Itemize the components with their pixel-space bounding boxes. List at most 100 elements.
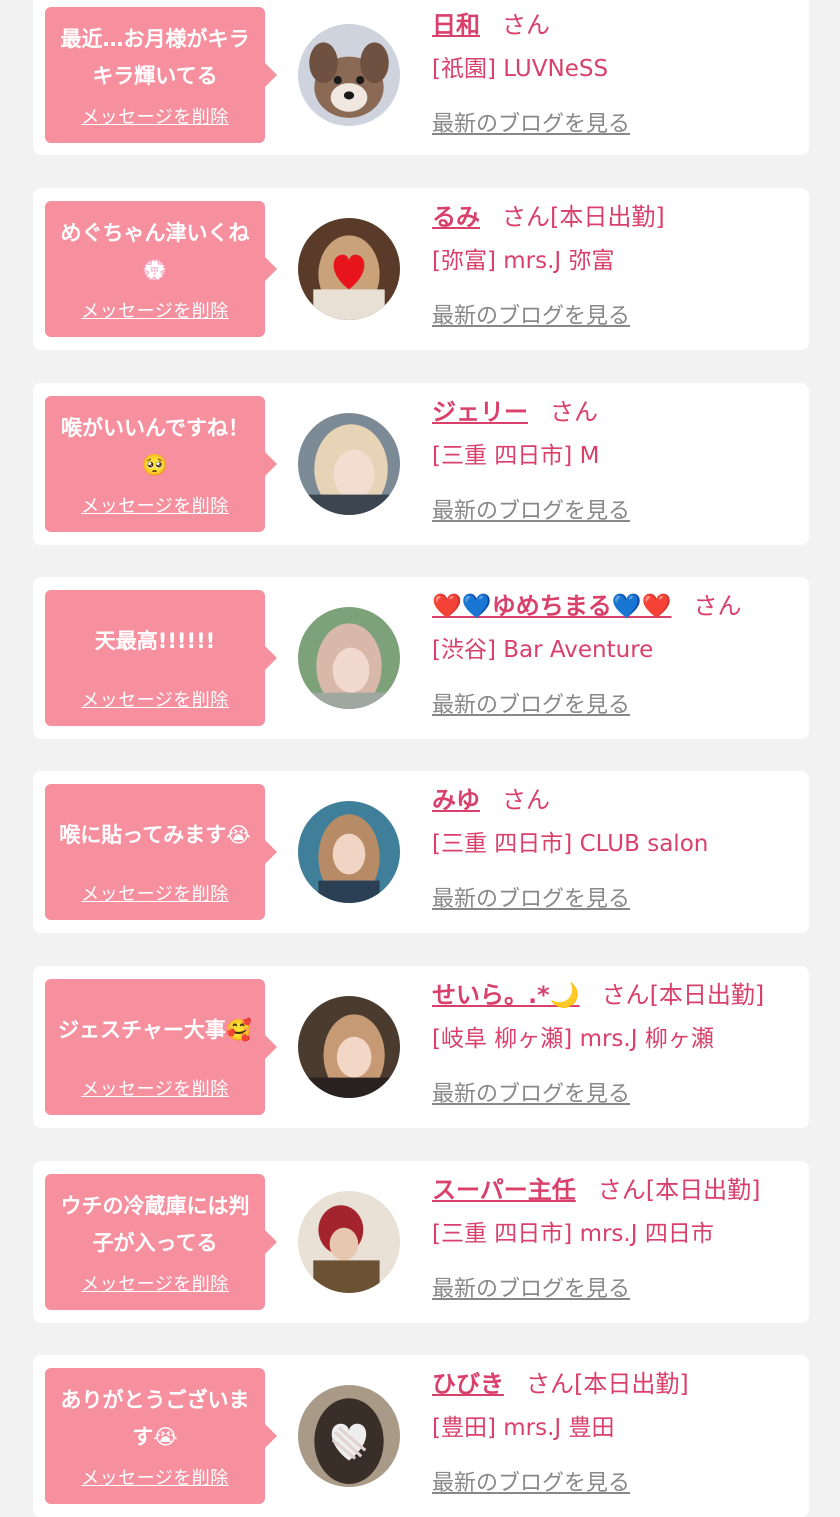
sender-name-link[interactable]: ジェリー [432,398,528,426]
message-card: めぐちゃん津いくね💮 メッセージを削除 るみ さん[本日出勤] [弥富] mrs.… [33,188,809,350]
sender-info: せいら。.*🌙 さん[本日出勤] [岐阜 柳ヶ瀬] mrs.J 柳ヶ瀬 最新のブロ… [432,978,799,1108]
message-bubble: ジェスチャー大事🥰 メッセージを削除 [45,979,277,1115]
sender-info: ひびき さん[本日出勤] [豊田] mrs.J 豊田 最新のブログを見る [432,1367,799,1497]
latest-blog-link[interactable]: 最新のブログを見る [432,1465,630,1497]
honorific: さん [502,786,550,814]
message-card: 天最高!!!!!! メッセージを削除 ❤️💙ゆめちまる💙❤️ さん [渋谷] Ba… [33,577,809,739]
honorific: さん [526,1370,574,1398]
avatar-image [298,218,400,320]
name-line: スーパー主任 さん[本日出勤] [432,1173,799,1207]
message-text: めぐちゃん津いくね💮 [60,221,250,282]
message-text: ジェスチャー大事🥰 [58,1017,252,1042]
message-text: 喉に貼ってみます😭 [59,822,251,847]
delete-message-link[interactable]: メッセージを削除 [81,1075,229,1115]
delete-message-link[interactable]: メッセージを削除 [81,103,229,143]
sender-name-link[interactable]: ❤️💙ゆめちまる💙❤️ [432,592,672,620]
avatar-image [298,413,400,515]
shop-name: [三重 四日市] CLUB salon [432,831,709,857]
message-text: 喉がいいんですね！🥺 [61,416,249,477]
delete-message-link[interactable]: メッセージを削除 [81,297,229,337]
shop-name: [豊田] mrs.J 豊田 [432,1415,615,1441]
attendance-badge: [本日出勤] [574,1370,689,1398]
sender-info: スーパー主任 さん[本日出勤] [三重 四日市] mrs.J 四日市 最新のブログ… [432,1173,799,1303]
sender-info: 日和 さん [祇園] LUVNeSS 最新のブログを見る [432,8,799,138]
avatar[interactable] [298,1385,400,1487]
message-bubble: 喉がいいんですね！🥺 メッセージを削除 [45,396,277,532]
shop-name: [弥富] mrs.J 弥富 [432,248,615,274]
message-bubble: 喉に貼ってみます😭 メッセージを削除 [45,784,277,920]
avatar[interactable] [298,24,400,126]
latest-blog-link[interactable]: 最新のブログを見る [432,493,630,525]
avatar[interactable] [298,218,400,320]
avatar-image [298,1385,400,1487]
message-bubble: ウチの冷蔵庫には判子が入ってる メッセージを削除 [45,1174,277,1310]
honorific: さん [693,592,742,620]
message-card: ありがとうございます😭 メッセージを削除 ひびき さん[本日出勤] [豊田] mr… [33,1355,809,1517]
name-line: 日和 さん [432,8,799,42]
avatar[interactable] [298,607,400,709]
avatar-image [298,996,400,1098]
message-text: ありがとうございます😭 [60,1388,250,1449]
avatar-image [298,1191,400,1293]
sender-name-link[interactable]: るみ [432,203,480,231]
sender-info: ジェリー さん [三重 四日市] M 最新のブログを見る [432,395,799,525]
honorific: さん [502,11,550,39]
shop-name: [岐阜 柳ヶ瀬] mrs.J 柳ヶ瀬 [432,1026,714,1052]
attendance-badge: [本日出勤] [645,1176,761,1204]
shop-name: [祇園] LUVNeSS [432,56,609,82]
sender-info: るみ さん[本日出勤] [弥富] mrs.J 弥富 最新のブログを見る [432,200,799,330]
shop-name: [三重 四日市] M [432,443,600,469]
honorific: さん [550,398,598,426]
avatar[interactable] [298,1191,400,1293]
name-line: ❤️💙ゆめちまる💙❤️ さん [432,589,799,623]
message-card: 喉に貼ってみます😭 メッセージを削除 みゆ さん [三重 四日市] CLUB sa… [33,771,809,933]
avatar[interactable] [298,413,400,515]
avatar[interactable] [298,801,400,903]
avatar-image [298,801,400,903]
name-line: ひびき さん[本日出勤] [432,1367,799,1401]
message-card: ジェスチャー大事🥰 メッセージを削除 せいら。.*🌙 さん[本日出勤] [岐阜 柳… [33,966,809,1128]
message-bubble: 天最高!!!!!! メッセージを削除 [45,590,277,726]
sender-info: みゆ さん [三重 四日市] CLUB salon 最新のブログを見る [432,783,799,913]
sender-name-link[interactable]: 日和 [432,11,480,39]
delete-message-link[interactable]: メッセージを削除 [81,1270,229,1310]
latest-blog-link[interactable]: 最新のブログを見る [432,106,630,138]
avatar-image [298,607,400,709]
sender-info: ❤️💙ゆめちまる💙❤️ さん [渋谷] Bar Aventure 最新のブログを見… [432,589,799,719]
honorific: さん [597,1176,646,1204]
name-line: るみ さん[本日出勤] [432,200,799,234]
latest-blog-link[interactable]: 最新のブログを見る [432,687,630,719]
sender-name-link[interactable]: みゆ [432,786,480,814]
message-card: 最近…お月様がキラキラ輝いてる メッセージを削除 日和 さん [祇園] LUVNe… [33,0,809,155]
honorific: さん [502,203,550,231]
latest-blog-link[interactable]: 最新のブログを見る [432,881,630,913]
name-line: みゆ さん [432,783,799,817]
message-card: 喉がいいんですね！🥺 メッセージを削除 ジェリー さん [三重 四日市] M 最新… [33,383,809,545]
latest-blog-link[interactable]: 最新のブログを見る [432,1076,630,1108]
delete-message-link[interactable]: メッセージを削除 [81,492,229,532]
attendance-badge: [本日出勤] [649,981,765,1009]
message-bubble: 最近…お月様がキラキラ輝いてる メッセージを削除 [45,7,277,143]
message-card: ウチの冷蔵庫には判子が入ってる メッセージを削除 スーパー主任 さん[本日出勤] … [33,1161,809,1323]
name-line: せいら。.*🌙 さん[本日出勤] [432,978,799,1012]
delete-message-link[interactable]: メッセージを削除 [81,880,229,920]
message-list: 最近…お月様がキラキラ輝いてる メッセージを削除 日和 さん [祇園] LUVNe… [0,0,840,1517]
latest-blog-link[interactable]: 最新のブログを見る [432,1271,630,1303]
delete-message-link[interactable]: メッセージを削除 [81,686,229,726]
shop-name: [渋谷] Bar Aventure [432,637,654,663]
avatar-image [298,24,400,126]
message-text: 天最高!!!!!! [94,628,216,653]
attendance-badge: [本日出勤] [550,203,665,231]
avatar[interactable] [298,996,400,1098]
sender-name-link[interactable]: スーパー主任 [432,1176,576,1204]
name-line: ジェリー さん [432,395,799,429]
shop-name: [三重 四日市] mrs.J 四日市 [432,1221,714,1247]
delete-message-link[interactable]: メッセージを削除 [81,1464,229,1504]
message-bubble: めぐちゃん津いくね💮 メッセージを削除 [45,201,277,337]
message-bubble: ありがとうございます😭 メッセージを削除 [45,1368,277,1504]
message-text: ウチの冷蔵庫には判子が入ってる [60,1194,250,1255]
sender-name-link[interactable]: ひびき [432,1370,504,1398]
honorific: さん [601,981,650,1009]
latest-blog-link[interactable]: 最新のブログを見る [432,298,630,330]
sender-name-link[interactable]: せいら。.*🌙 [432,981,580,1009]
